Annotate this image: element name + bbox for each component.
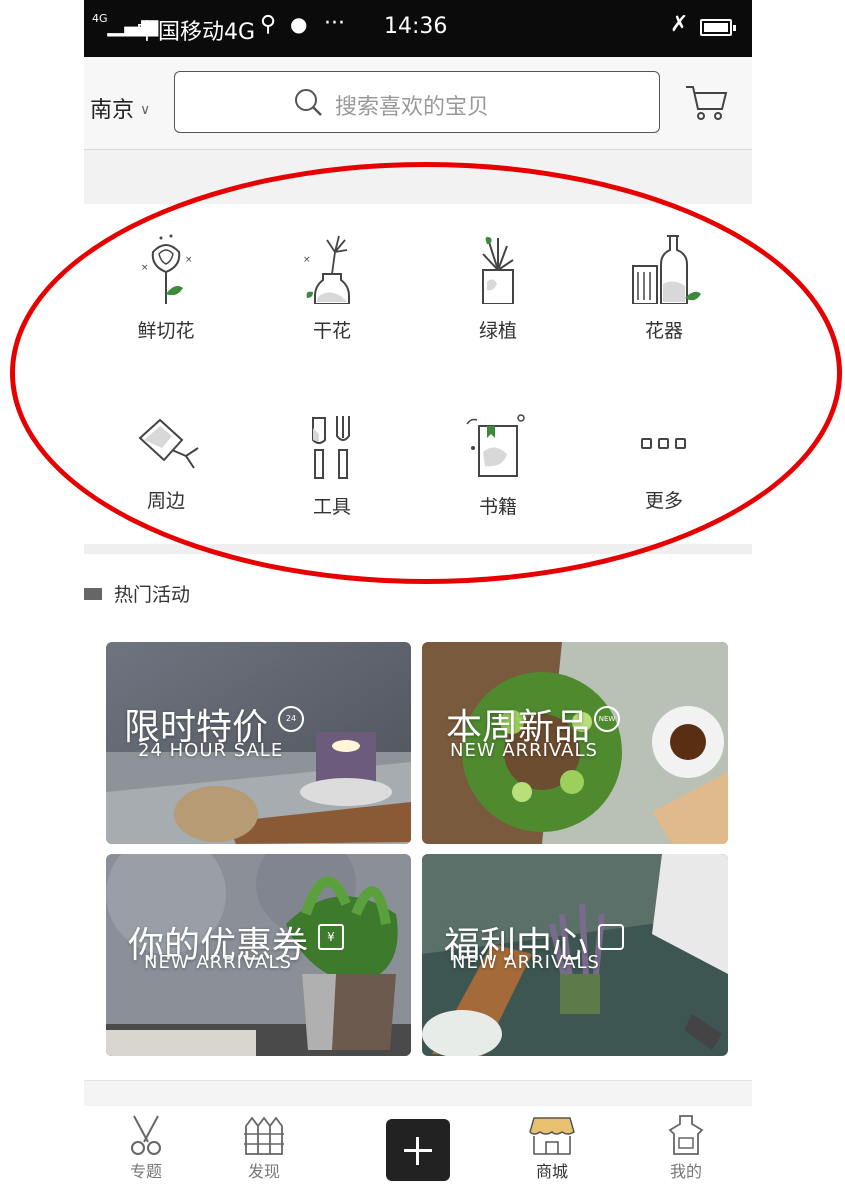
phone-screen: 4G▁▃▅ 中国移动4G ⚲ ● ··· 14:36 ✗ 南京 ∨ 搜索喜欢的宝贝 <box>84 0 752 1187</box>
svg-text:×: × <box>141 263 149 273</box>
plus-icon[interactable] <box>386 1119 450 1181</box>
status-more-indicator: ··· <box>324 11 345 36</box>
banner-subtitle: 24 HOUR SALE <box>138 740 284 761</box>
watering-can-icon <box>138 418 199 469</box>
tab-shop[interactable]: 商城 <box>502 1106 602 1182</box>
svg-text:×: × <box>185 255 193 265</box>
status-bar: 4G▁▃▅ 中国移动4G ⚲ ● ··· 14:36 ✗ <box>84 0 752 57</box>
banner-new-arrivals[interactable]: 本周新品 NEW NEW ARRIVALS <box>422 642 728 844</box>
tab-discover[interactable]: 发现 <box>214 1106 314 1182</box>
banner-subtitle: NEW ARRIVALS <box>450 740 598 761</box>
more-dots-icon <box>641 438 686 449</box>
category-label: 更多 <box>644 490 683 512</box>
vases-icon <box>632 235 701 304</box>
new-badge-icon: NEW <box>594 706 620 732</box>
tab-topics[interactable]: 专题 <box>96 1106 196 1182</box>
chevron-down-icon: ∨ <box>140 102 151 118</box>
banner-welfare-center[interactable]: 福利中心 NEW ARRIVALS <box>422 854 728 1056</box>
top-header: 南京 ∨ 搜索喜欢的宝贝 <box>84 57 752 150</box>
gray-spacer <box>84 150 752 204</box>
apron-icon <box>668 1115 704 1155</box>
city-selector[interactable]: 南京 ∨ <box>90 92 150 124</box>
category-accessories[interactable]: 周边 <box>96 414 236 513</box>
section-divider <box>84 544 752 554</box>
category-label: 鲜切花 <box>137 320 195 342</box>
scissors-icon <box>131 1115 161 1155</box>
dried-flower-vase-icon: × <box>303 235 350 304</box>
cart-icon[interactable] <box>684 83 728 123</box>
fence-icon <box>244 1116 284 1155</box>
coupon-yen-icon: ¥ <box>318 924 344 950</box>
tab-label: 发现 <box>247 1162 280 1181</box>
category-label: 绿植 <box>478 320 517 342</box>
usb-icon: ⚲ <box>260 12 277 37</box>
search-bar[interactable]: 搜索喜欢的宝贝 <box>174 71 660 133</box>
category-tools[interactable]: 工具 <box>262 414 402 519</box>
banner-coupons[interactable]: 你的优惠券 ¥ NEW ARRIVALS <box>106 854 411 1056</box>
banner-flash-sale[interactable]: 限时特价 24 24 HOUR SALE <box>106 642 411 844</box>
status-time: 14:36 <box>384 14 448 39</box>
category-label: 周边 <box>146 490 185 512</box>
section-title: 热门活动 <box>114 584 191 606</box>
shop-gift-icon <box>598 924 624 950</box>
battery-icon <box>700 19 736 36</box>
clock-24-icon: 24 <box>278 706 304 732</box>
category-fresh-cut-flowers[interactable]: × × 鲜切花 <box>96 232 236 343</box>
banner-subtitle: NEW ARRIVALS <box>452 952 600 973</box>
tab-label: 商城 <box>535 1162 568 1181</box>
tab-label: 我的 <box>669 1162 702 1181</box>
category-books[interactable]: 书籍 <box>428 414 568 519</box>
search-placeholder: 搜索喜欢的宝贝 <box>335 95 490 120</box>
section-marker-icon <box>84 588 102 600</box>
search-icon <box>295 89 322 116</box>
bottom-tab-bar: 专题 发现 商城 我的 <box>84 1106 752 1187</box>
category-label: 花器 <box>644 320 683 342</box>
section-divider <box>84 1080 752 1108</box>
trowel-fork-icon <box>312 416 350 479</box>
rose-icon: × × <box>141 234 193 304</box>
category-dried-flowers[interactable]: × 干花 <box>262 232 402 343</box>
tab-label: 专题 <box>129 1162 162 1181</box>
tab-profile[interactable]: 我的 <box>636 1106 736 1182</box>
category-label: 书籍 <box>478 496 517 518</box>
mute-icon: ✗ <box>670 12 689 37</box>
shop-awning-icon <box>529 1117 575 1155</box>
category-vases[interactable]: 花器 <box>594 232 734 343</box>
android-icon: ● <box>290 12 308 36</box>
carrier-label: 中国移动4G <box>136 20 256 45</box>
category-green-plants[interactable]: 绿植 <box>428 232 568 343</box>
category-label: 干花 <box>312 320 351 342</box>
banner-subtitle: NEW ARRIVALS <box>144 952 292 973</box>
category-more[interactable]: 更多 <box>594 414 734 513</box>
svg-text:×: × <box>303 255 311 265</box>
potted-plant-icon <box>482 236 514 304</box>
category-label: 工具 <box>312 496 351 518</box>
city-label: 南京 <box>90 98 135 123</box>
book-icon <box>466 414 525 477</box>
